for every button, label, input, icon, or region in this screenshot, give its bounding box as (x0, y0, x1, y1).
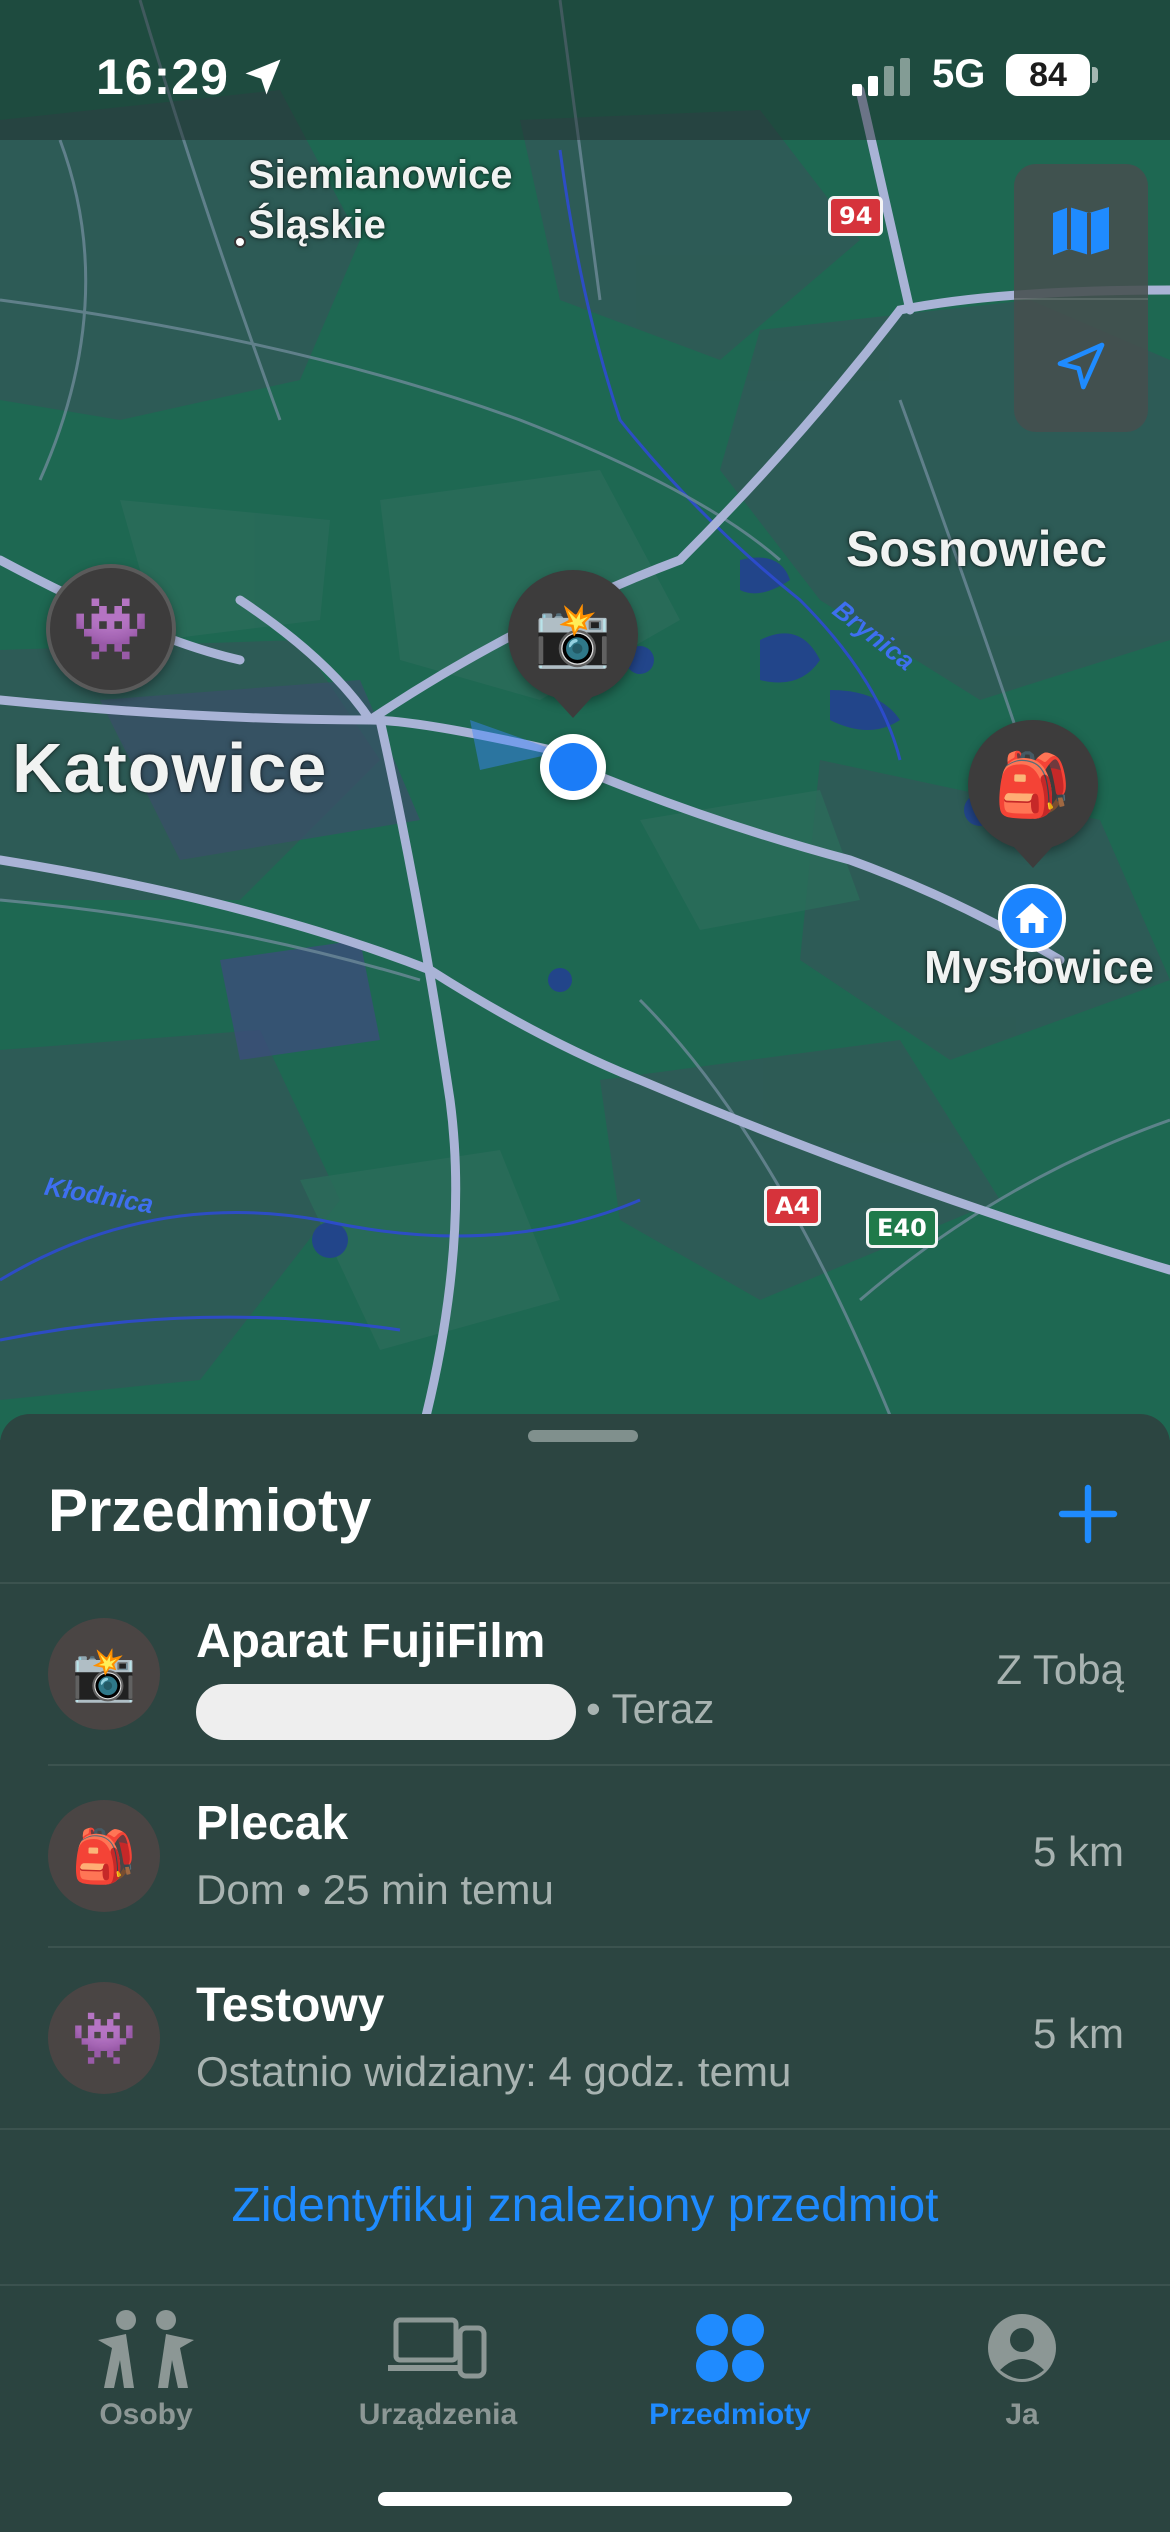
tab-label: Ja (1005, 2398, 1039, 2431)
road-shield-94: 94 (828, 196, 884, 236)
add-item-button[interactable] (1058, 1484, 1118, 1544)
tab-przedmioty[interactable]: Przedmioty (584, 2302, 876, 2432)
backpack-icon: 🎒 (71, 1827, 137, 1886)
person-circle-icon (988, 2314, 1056, 2382)
map-controls (1014, 164, 1148, 432)
alien-icon: 👾 (72, 594, 150, 664)
map-pin-backpack[interactable]: 🎒 (968, 720, 1098, 868)
location-services-icon (245, 59, 281, 95)
battery-tip (1092, 67, 1098, 83)
user-location-dot[interactable] (540, 734, 606, 800)
map-pin-testowy[interactable]: 👾 (46, 564, 176, 694)
city-dot (234, 236, 246, 248)
backpack-icon: 🎒 (994, 750, 1072, 820)
item-name: Testowy (196, 1979, 385, 2032)
item-name: Plecak (196, 1797, 349, 1850)
battery-indicator: 84 (1006, 54, 1090, 96)
map-pin-camera[interactable]: 📸 (508, 570, 638, 718)
road-shield-e40: E40 (866, 1208, 938, 1248)
map-terrain (0, 0, 1170, 1440)
people-icon (98, 2310, 194, 2388)
redacted-location (196, 1684, 576, 1740)
list-item-aparat[interactable]: 📸 Aparat FujiFilm • Teraz Z Tobą (0, 1584, 1170, 1764)
tab-osoby[interactable]: Osoby (0, 2302, 292, 2432)
item-subtitle: Dom • 25 min temu (196, 1866, 554, 1913)
item-name: Aparat FujiFilm (196, 1615, 546, 1668)
item-avatar: 👾 (48, 1982, 160, 2094)
network-type: 5G (932, 52, 986, 96)
camera-icon: 📸 (71, 1645, 137, 1704)
home-pin[interactable] (998, 884, 1066, 952)
status-bar: 16:29 5G 84 (0, 0, 1170, 140)
map-label-slaskie: Śląskie (248, 203, 386, 247)
tab-urzadzenia[interactable]: Urządzenia (292, 2302, 584, 2432)
item-distance: 5 km (1032, 1828, 1124, 1875)
list-item-plecak[interactable]: 🎒 Plecak Dom • 25 min temu 5 km (0, 1766, 1170, 1946)
item-avatar: 🎒 (48, 1800, 160, 1912)
item-subtitle-text: • Teraz (586, 1685, 715, 1733)
alien-icon: 👾 (71, 2009, 137, 2068)
map-label-sosnowiec: Sosnowiec (846, 521, 1108, 577)
identify-found-item-link[interactable]: Zidentyfikuj znaleziony przedmiot (0, 2178, 1170, 2233)
map-mode-button[interactable] (1014, 164, 1148, 298)
locate-me-button[interactable] (1014, 298, 1148, 432)
road-shield-a4: A4 (764, 1186, 822, 1226)
tab-label: Urządzenia (358, 2398, 518, 2431)
map-label-katowice: Katowice (12, 729, 328, 807)
sheet-title: Przedmioty (48, 1477, 372, 1544)
location-arrow-icon (1057, 342, 1105, 390)
camera-icon: 📸 (534, 600, 612, 670)
item-distance: 5 km (1032, 2010, 1124, 2057)
item-subtitle: • Teraz (196, 1684, 714, 1740)
tab-label: Osoby (99, 2398, 193, 2431)
list-item-testowy[interactable]: 👾 Testowy Ostatnio widziany: 4 godz. tem… (0, 1948, 1170, 2128)
status-time: 16:29 (96, 49, 229, 105)
home-indicator[interactable] (378, 2492, 792, 2506)
map-view[interactable]: Siemianowice Śląskie Sosnowiec Katowice … (0, 0, 1170, 1440)
item-distance: Z Tobą (996, 1646, 1124, 1693)
house-icon (1015, 903, 1049, 933)
devices-icon (388, 2317, 487, 2379)
items-icon (696, 2314, 764, 2382)
divider (0, 2128, 1170, 2130)
signal-bars-icon (852, 58, 910, 96)
map-label-siemianowice: Siemianowice (248, 153, 513, 197)
item-subtitle: Ostatnio widziany: 4 godz. temu (196, 2048, 792, 2095)
map-icon (1053, 207, 1109, 255)
sheet-grabber[interactable] (528, 1430, 638, 1442)
tab-label: Przedmioty (649, 2398, 811, 2431)
tab-ja[interactable]: Ja (876, 2302, 1168, 2432)
item-avatar: 📸 (48, 1618, 160, 1730)
